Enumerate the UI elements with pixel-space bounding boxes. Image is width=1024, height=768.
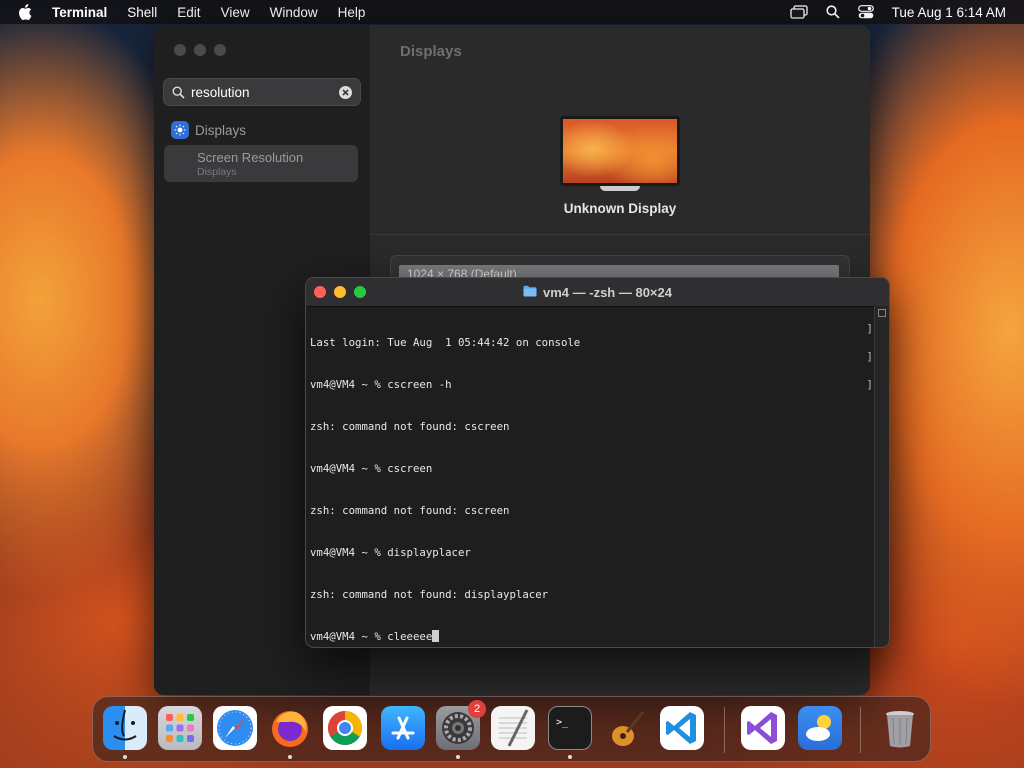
menu-window[interactable]: Window: [270, 5, 318, 20]
terminal-traffic-lights: [314, 286, 366, 298]
terminal-line: zsh: command not found: displayplacer: [310, 588, 549, 601]
menu-help[interactable]: Help: [338, 5, 366, 20]
terminal-title: vm4 — -zsh — 80×24: [523, 285, 672, 300]
svg-text:>_: >_: [556, 717, 569, 728]
mark-bracket: ]: [866, 350, 873, 363]
terminal-title-bar[interactable]: vm4 — -zsh — 80×24: [306, 278, 889, 307]
scrollbar-grip-icon[interactable]: [878, 309, 886, 317]
search-result-screen-resolution[interactable]: Screen Resolution Displays: [164, 145, 358, 182]
mark-bracket: ]: [866, 322, 873, 335]
terminal-title-text: vm4 — -zsh — 80×24: [543, 284, 672, 300]
display-name: Unknown Display: [563, 201, 677, 216]
terminal-scrollbar[interactable]: [874, 306, 889, 647]
menu-clock[interactable]: Tue Aug 1 6:14 AM: [892, 5, 1006, 20]
launchpad-icon[interactable]: [158, 706, 202, 750]
chrome-icon[interactable]: [323, 706, 367, 750]
terminal-prompt-line: vm4@VM4 ~ % cleeeee: [310, 630, 875, 644]
dock: 2 >_: [92, 696, 931, 762]
text-cursor: [432, 630, 440, 642]
clear-search-icon[interactable]: [339, 85, 352, 99]
garageband-icon[interactable]: [605, 706, 649, 750]
firefox-icon[interactable]: [268, 706, 312, 750]
notification-badge: 2: [468, 700, 486, 718]
page-title: Displays: [400, 43, 462, 60]
zoom-button[interactable]: [354, 286, 366, 298]
close-button[interactable]: [174, 44, 186, 56]
safari-icon[interactable]: [213, 706, 257, 750]
vscode-icon[interactable]: [660, 706, 704, 750]
displays-icon: [171, 121, 189, 139]
trash-icon[interactable]: [878, 706, 922, 750]
control-center-icon[interactable]: [857, 5, 874, 19]
terminal-window: vm4 — -zsh — 80×24 Last login: Tue Aug 1…: [305, 277, 890, 648]
weather-icon[interactable]: [798, 706, 842, 750]
mark-bracket: ]: [866, 378, 873, 391]
terminal-line: vm4@VM4 ~ % cscreen -h: [310, 378, 452, 391]
minimize-button[interactable]: [194, 44, 206, 56]
menu-app-name[interactable]: Terminal: [52, 5, 107, 20]
finder-icon[interactable]: [103, 706, 147, 750]
menu-shell[interactable]: Shell: [127, 5, 157, 20]
menu-bar: Terminal Shell Edit View Window Help Tue…: [0, 0, 1024, 24]
app-store-icon[interactable]: [381, 706, 425, 750]
display-preview[interactable]: [560, 116, 680, 191]
terminal-line: vm4@VM4 ~ % displayplacer: [310, 546, 471, 559]
folder-icon: [523, 285, 537, 300]
minimize-button[interactable]: [334, 286, 346, 298]
terminal-icon[interactable]: >_: [548, 706, 592, 750]
dock-separator: [724, 707, 725, 753]
visual-studio-icon[interactable]: [741, 706, 785, 750]
search-icon: [172, 85, 185, 99]
screen-mirroring-icon[interactable]: [790, 5, 808, 19]
terminal-line: Last login: Tue Aug 1 05:44:42 on consol…: [310, 336, 581, 349]
running-indicator: [568, 755, 572, 759]
apple-menu-icon[interactable]: [18, 4, 38, 20]
terminal-output[interactable]: Last login: Tue Aug 1 05:44:42 on consol…: [310, 308, 875, 647]
spotlight-search-icon[interactable]: [826, 5, 840, 19]
display-stand: [600, 186, 640, 191]
search-result-title: Screen Resolution: [197, 150, 304, 165]
settings-traffic-lights: [174, 44, 226, 56]
settings-search-field[interactable]: resolution: [163, 78, 361, 106]
sidebar-item-displays[interactable]: Displays: [171, 121, 246, 139]
system-settings-icon[interactable]: 2: [436, 700, 486, 750]
menu-view[interactable]: View: [221, 5, 250, 20]
terminal-line: zsh: command not found: cscreen: [310, 420, 510, 433]
running-indicator: [123, 755, 127, 759]
dock-separator: [860, 707, 861, 753]
terminal-line: vm4@VM4 ~ % cscreen: [310, 462, 433, 475]
terminal-line: zsh: command not found: cscreen: [310, 504, 510, 517]
textedit-icon[interactable]: [491, 706, 535, 750]
terminal-current-input[interactable]: vm4@VM4 ~ % cleeeee: [310, 630, 432, 643]
running-indicator: [288, 755, 292, 759]
running-indicator: [456, 755, 460, 759]
close-button[interactable]: [314, 286, 326, 298]
divider: [370, 234, 870, 235]
sidebar-item-label: Displays: [195, 122, 247, 138]
search-input-value[interactable]: resolution: [191, 85, 250, 100]
display-screen-thumbnail: [560, 116, 680, 186]
menu-edit[interactable]: Edit: [177, 5, 200, 20]
zoom-button[interactable]: [214, 44, 226, 56]
search-result-subtitle: Displays: [197, 166, 237, 178]
